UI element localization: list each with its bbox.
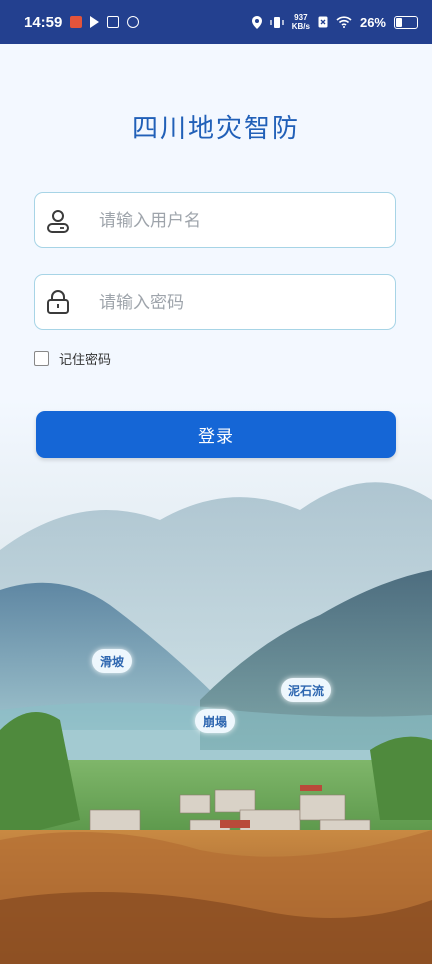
remember-password-checkbox[interactable] — [34, 351, 49, 366]
play-icon — [90, 16, 100, 28]
wifi-icon — [336, 16, 352, 28]
battery-percent: 26% — [359, 14, 386, 30]
status-right: 937 KB/s 26% — [251, 13, 418, 31]
network-speed-unit: KB/s — [291, 22, 310, 31]
username-field[interactable] — [34, 192, 396, 249]
network-speed-value: 937 — [294, 13, 308, 22]
status-time: 14:59 — [24, 13, 63, 31]
notification-app-icon — [70, 16, 83, 28]
vibrate-icon — [270, 16, 284, 28]
login-button[interactable]: 登录 — [36, 411, 396, 458]
message-icon — [107, 16, 120, 28]
user-icon — [47, 210, 69, 233]
status-left: 14:59 — [24, 13, 140, 31]
password-field[interactable] — [34, 274, 396, 331]
collapse-label: 崩塌 — [195, 709, 235, 733]
location-icon — [251, 15, 262, 29]
sync-icon — [127, 16, 140, 28]
remember-password-label: 记住密码 — [59, 353, 112, 368]
remember-password-row[interactable]: 记住密码 — [34, 349, 111, 368]
debris-flow-label: 泥石流 — [281, 678, 331, 702]
landslide-label: 滑坡 — [92, 649, 132, 673]
username-input[interactable] — [97, 193, 391, 249]
network-speed: 937 KB/s — [292, 13, 310, 31]
status-bar: 14:59 937 KB/s 26% — [0, 0, 432, 44]
password-input[interactable] — [97, 275, 391, 331]
no-sim-icon — [318, 16, 328, 28]
battery-icon — [394, 15, 418, 29]
app-title: 四川地灾智防 — [131, 114, 300, 144]
mountain-village-background — [0, 400, 432, 964]
lock-icon — [47, 290, 69, 314]
